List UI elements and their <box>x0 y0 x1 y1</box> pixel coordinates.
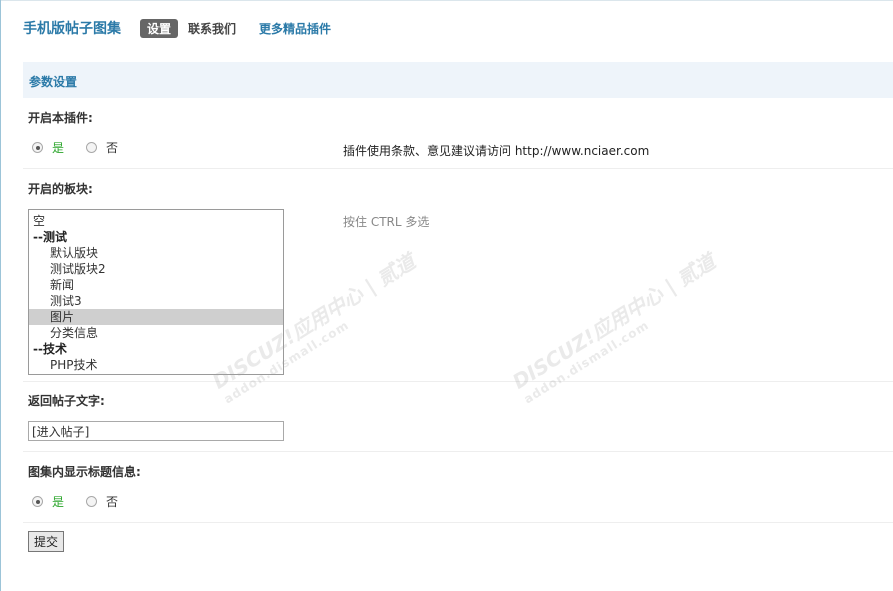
forums-label: 开启的板块: <box>28 182 93 196</box>
forums-multiselect[interactable]: 空 --测试 默认版块 测试版块2 新闻 测试3 图片 分类信息 --技术 PH… <box>28 209 284 375</box>
show-title-radios: 是 否 <box>32 493 118 510</box>
divider <box>23 522 893 523</box>
watermark-logo: DISCUZ!应用中心 | 贰道 addon.dismall.com <box>508 249 720 407</box>
forum-option[interactable]: 新闻 <box>29 277 283 293</box>
show-title-no-radio[interactable] <box>86 496 98 507</box>
top-border <box>1 0 893 1</box>
forum-option[interactable]: 测试3 <box>29 293 283 309</box>
header-nav: 手机版帖子图集 设置 联系我们 更多精品插件 <box>23 14 331 42</box>
forum-option[interactable]: 分类信息 <box>29 325 283 341</box>
forum-option[interactable]: PHP技术 <box>29 357 283 373</box>
forum-option[interactable]: 测试版块2 <box>29 261 283 277</box>
section-title: 参数设置 <box>29 75 78 89</box>
enable-no-label[interactable]: 否 <box>106 139 118 156</box>
terms-tip: 插件使用条款、意见建议请访问 http://www.nciaer.com <box>343 144 650 158</box>
enable-yes-label[interactable]: 是 <box>52 139 64 156</box>
show-title-yes-radio[interactable] <box>32 496 43 507</box>
return-text-input[interactable] <box>28 421 284 441</box>
show-title-no-label[interactable]: 否 <box>106 493 118 510</box>
tab-contact[interactable]: 联系我们 <box>188 20 236 37</box>
enable-yes-radio[interactable] <box>32 142 43 153</box>
app-title[interactable]: 手机版帖子图集 <box>23 18 121 38</box>
show-title-yes-label[interactable]: 是 <box>52 493 64 510</box>
divider <box>23 168 893 169</box>
enable-plugin-radios: 是 否 <box>32 139 118 156</box>
forum-option[interactable]: 默认版块 <box>29 245 283 261</box>
show-title-label: 图集内显示标题信息: <box>28 465 141 479</box>
tab-settings[interactable]: 设置 <box>140 18 179 38</box>
tab-more-plugins[interactable]: 更多精品插件 <box>259 20 331 37</box>
forum-option-selected[interactable]: 图片 <box>29 309 283 325</box>
forum-group: --技术 <box>33 342 67 356</box>
multiselect-tip: 按住 CTRL 多选 <box>343 215 430 229</box>
return-text-label: 返回帖子文字: <box>28 394 105 408</box>
section-header: 参数设置 <box>23 62 893 98</box>
divider <box>23 451 893 452</box>
submit-button[interactable]: 提交 <box>28 531 65 552</box>
forum-option[interactable]: 空 <box>29 213 283 229</box>
enable-plugin-label: 开启本插件: <box>28 111 93 125</box>
enable-no-radio[interactable] <box>86 142 98 153</box>
divider <box>23 381 893 382</box>
forum-group: --测试 <box>33 230 67 244</box>
